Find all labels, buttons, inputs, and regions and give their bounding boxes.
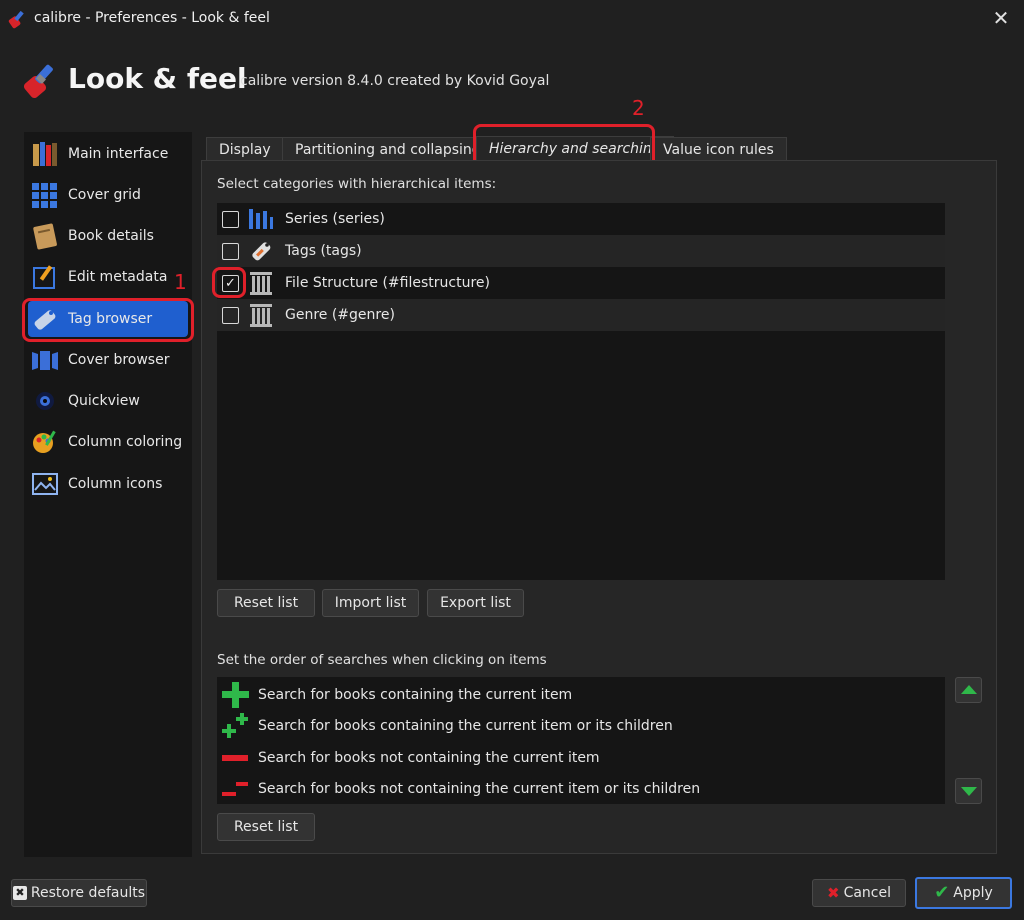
hierarchy-label: Select categories with hierarchical item… [217, 176, 497, 192]
clear-icon: ✖ [12, 886, 27, 900]
tab-label: Partitioning and collapsing [295, 142, 481, 158]
annotation-box-1 [22, 298, 194, 342]
restore-defaults-button[interactable]: ✖ Restore defaults [11, 879, 147, 907]
arrow-up-icon [960, 685, 977, 694]
checkbox[interactable] [222, 306, 239, 324]
apply-button[interactable]: ✔ Apply [915, 877, 1012, 909]
sidebar-item-main-interface[interactable]: Main interface [28, 136, 188, 172]
import-list-button[interactable]: Import list [322, 589, 419, 617]
sidebar-item-column-coloring[interactable]: Column coloring [28, 424, 188, 460]
list-item-label: File Structure (#filestructure) [285, 275, 490, 291]
column-icon [247, 301, 275, 329]
list-item[interactable]: Search for books containing the current … [217, 710, 945, 741]
sidebar-item-label: Quickview [68, 393, 140, 409]
reset-search-order-button[interactable]: Reset list [217, 813, 315, 841]
look-and-feel-icon [24, 64, 53, 99]
tag-icon [247, 237, 275, 265]
export-list-button[interactable]: Export list [427, 589, 524, 617]
cancel-icon: ✖ [826, 884, 840, 902]
list-item-label: Tags (tags) [285, 243, 362, 259]
sidebar-item-label: Column icons [68, 476, 163, 492]
list-item[interactable]: Search for books not containing the curr… [217, 773, 945, 804]
list-item-label: Search for books containing the current … [258, 686, 573, 703]
move-up-button[interactable] [955, 677, 982, 703]
tab-label: Display [219, 142, 271, 158]
sidebar: Main interface Cover grid Book details E… [24, 132, 192, 857]
hierarchical-categories-list[interactable]: Series (series) Tags (tags) ✓ File Struc… [217, 203, 945, 580]
eye-icon [30, 386, 60, 416]
minus-minus-icon [217, 773, 253, 804]
cancel-button[interactable]: ✖ Cancel [812, 879, 906, 907]
list-item[interactable]: Search for books not containing the curr… [217, 742, 945, 773]
version-text: calibre version 8.4.0 created by Kovid G… [240, 73, 550, 89]
cancel-label: Cancel [843, 885, 891, 901]
column-icon [247, 269, 275, 297]
sidebar-item-cover-browser[interactable]: Cover browser [28, 342, 188, 378]
tab-label: Value icon rules [663, 142, 774, 158]
sidebar-item-label: Book details [68, 228, 154, 244]
search-order-label: Set the order of searches when clicking … [217, 652, 547, 668]
arrow-down-icon [960, 787, 977, 796]
grid-icon [30, 180, 60, 210]
sidebar-item-label: Main interface [68, 146, 169, 162]
sidebar-item-quickview[interactable]: Quickview [28, 383, 188, 419]
checkbox[interactable] [222, 210, 239, 228]
list-item[interactable]: Genre (#genre) [217, 299, 945, 331]
image-icon [30, 469, 60, 499]
book-icon [30, 221, 60, 251]
move-down-button[interactable] [955, 778, 982, 804]
title-bar: calibre - Preferences - Look & feel ✕ [0, 0, 1024, 38]
cover-browser-icon [30, 345, 60, 375]
list-item-label: Series (series) [285, 211, 385, 227]
books-icon [30, 139, 60, 169]
minus-icon [217, 742, 253, 773]
calibre-app-icon [8, 10, 24, 29]
page-title: Look & feel [68, 62, 247, 95]
close-icon[interactable]: ✕ [986, 4, 1016, 34]
annotation-box-checkbox [212, 267, 246, 298]
restore-defaults-label: Restore defaults [30, 885, 146, 901]
annotation-label-2: 2 [632, 96, 645, 120]
edit-metadata-icon [30, 262, 60, 292]
list-item-label: Search for books containing the current … [258, 717, 673, 734]
list-item-label: Genre (#genre) [285, 307, 395, 323]
sidebar-item-label: Cover browser [68, 352, 170, 368]
palette-icon [30, 427, 60, 457]
plus-icon [217, 679, 253, 710]
sidebar-item-label: Cover grid [68, 187, 141, 203]
list-item[interactable]: Search for books containing the current … [217, 679, 945, 710]
sidebar-item-cover-grid[interactable]: Cover grid [28, 177, 188, 213]
list-item-label: Search for books not containing the curr… [258, 780, 701, 797]
apply-label: Apply [953, 885, 993, 901]
sidebar-item-edit-metadata[interactable]: Edit metadata [28, 259, 188, 295]
plus-plus-icon [217, 710, 253, 741]
window-title: calibre - Preferences - Look & feel [34, 10, 270, 26]
reset-list-button[interactable]: Reset list [217, 589, 315, 617]
search-order-list[interactable]: Search for books containing the current … [217, 677, 945, 804]
list-item[interactable]: ✓ File Structure (#filestructure) [217, 267, 945, 299]
list-item[interactable]: Tags (tags) [217, 235, 945, 267]
list-item[interactable]: Series (series) [217, 203, 945, 235]
sidebar-item-label: Column coloring [68, 434, 183, 450]
annotation-label-1: 1 [174, 270, 187, 294]
checkmark-icon: ✔ [934, 882, 950, 903]
sidebar-item-column-icons[interactable]: Column icons [28, 466, 188, 502]
list-item-label: Search for books not containing the curr… [258, 749, 600, 766]
series-icon [247, 205, 275, 233]
sidebar-item-label: Edit metadata [68, 269, 168, 285]
checkbox[interactable] [222, 242, 239, 260]
sidebar-item-book-details[interactable]: Book details [28, 218, 188, 254]
